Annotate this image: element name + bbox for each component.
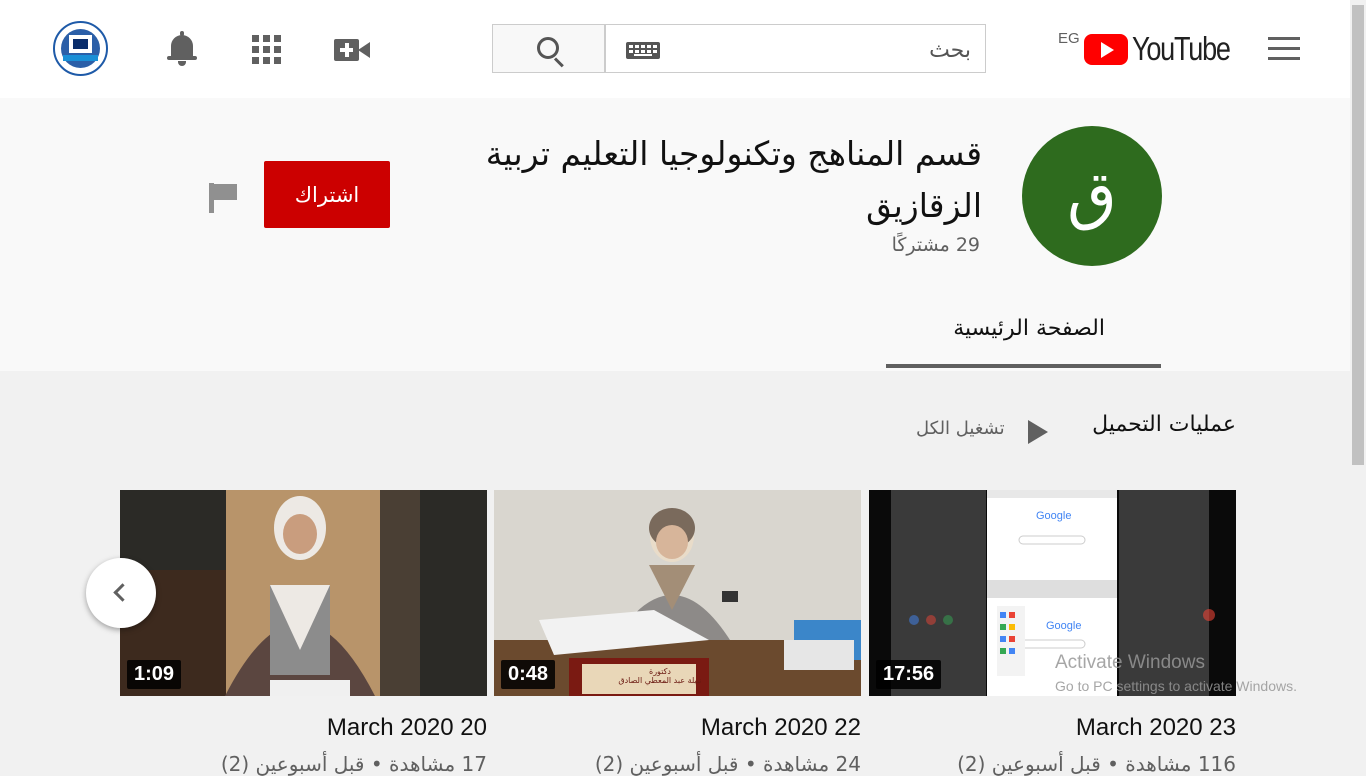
- tab-home-label: الصفحة الرئيسية: [953, 316, 1105, 341]
- nameplate-text: دكتورة نبيلة عبد المعطي الصادق: [618, 667, 702, 685]
- google-logo-text: Google: [1046, 620, 1082, 632]
- tab-selected-indicator: [886, 364, 1161, 368]
- search-button[interactable]: [492, 24, 605, 73]
- video-card[interactable]: 1:09 March 2020 20 17 مشاهدة • قبل أسبوع…: [120, 490, 487, 776]
- create-video-icon[interactable]: [334, 39, 370, 61]
- youtube-wordmark: YouTube: [1132, 30, 1231, 67]
- play-icon: [1028, 420, 1048, 444]
- uploads-section-title[interactable]: عمليات التحميل: [1040, 412, 1236, 437]
- video-meta: 24 مشاهدة • قبل أسبوعين (2): [594, 752, 861, 776]
- keyboard-icon[interactable]: [626, 42, 660, 59]
- subscriber-count: 29 مشتركًا: [891, 234, 980, 256]
- tab-home[interactable]: الصفحة الرئيسية: [886, 298, 1161, 368]
- video-title[interactable]: March 2020 20: [327, 714, 487, 742]
- chevron-left-icon: [113, 583, 132, 602]
- play-all-button[interactable]: تشغيل الكل: [900, 412, 1052, 446]
- play-all-label: تشغيل الكل: [916, 418, 1005, 439]
- apps-grid-icon[interactable]: [252, 35, 281, 64]
- video-card[interactable]: دكتورة نبيلة عبد المعطي الصادق 0:48 Marc…: [494, 490, 861, 776]
- video-meta: 116 مشاهدة • قبل أسبوعين (2): [957, 752, 1236, 776]
- video-duration: 0:48: [501, 660, 556, 689]
- video-thumbnail[interactable]: 1:09: [120, 490, 487, 696]
- windows-activation-watermark: Activate Windows Go to PC settings to ac…: [1055, 652, 1297, 694]
- channel-avatar[interactable]: ق: [1022, 126, 1162, 266]
- google-logo-text: Google: [1036, 510, 1072, 522]
- video-thumbnail[interactable]: دكتورة نبيلة عبد المعطي الصادق 0:48: [494, 490, 861, 696]
- region-code: EG: [1058, 30, 1080, 47]
- youtube-play-icon: [1084, 33, 1128, 65]
- scrollbar-thumb[interactable]: [1352, 5, 1364, 465]
- video-meta: 17 مشاهدة • قبل أسبوعين (2): [220, 752, 487, 776]
- video-title[interactable]: March 2020 23: [1076, 714, 1236, 742]
- video-card[interactable]: Google Google 17:56 March 2020 23 116 مش…: [869, 490, 1236, 776]
- search-input[interactable]: [669, 33, 973, 67]
- search-box: [605, 24, 986, 73]
- video-duration: 1:09: [127, 660, 182, 689]
- video-duration: 17:56: [876, 660, 942, 689]
- youtube-logo[interactable]: YouTube: [1084, 30, 1251, 67]
- hamburger-menu-icon[interactable]: [1268, 37, 1302, 61]
- subscribe-button[interactable]: اشتراك: [264, 161, 390, 228]
- video-title[interactable]: March 2020 22: [701, 714, 861, 742]
- report-flag-icon[interactable]: [209, 183, 237, 213]
- notifications-bell-icon[interactable]: [167, 31, 197, 67]
- channel-title: قسم المناهج وتكنولوجيا التعليم تربية الز…: [485, 134, 983, 225]
- carousel-previous-button[interactable]: [86, 558, 156, 628]
- account-avatar[interactable]: [53, 21, 108, 76]
